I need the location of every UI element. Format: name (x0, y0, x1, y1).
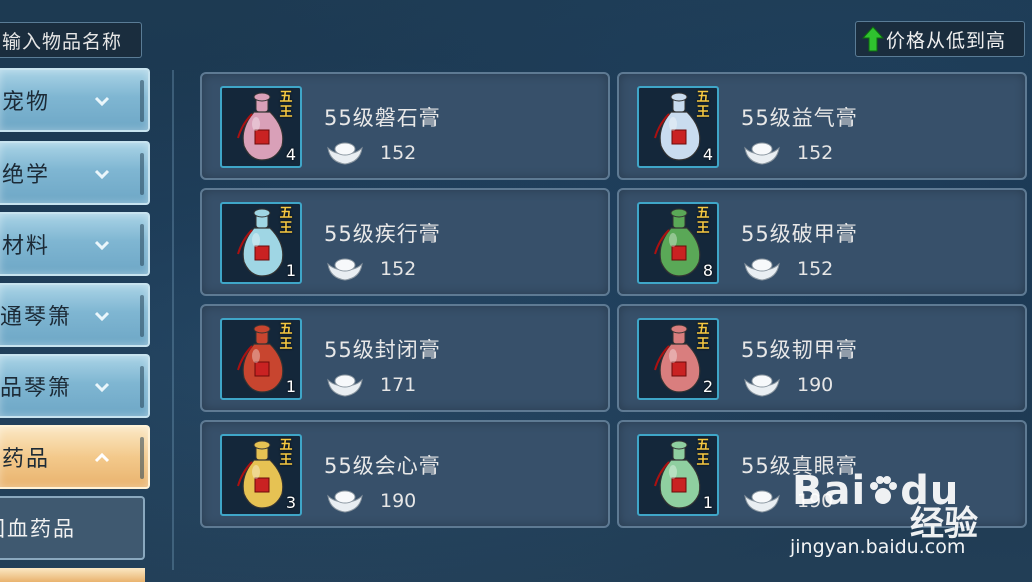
item-price: 152 (380, 258, 417, 280)
item-icon-slot: 五王 1 (637, 434, 719, 516)
item-icon-slot: 五王 3 (220, 434, 302, 516)
chevron-down-icon (94, 382, 110, 392)
item-name: 55级益气膏 (741, 106, 858, 130)
item-quantity: 1 (285, 377, 296, 396)
item-price-row: 152 (326, 138, 416, 168)
sidebar-item-skill[interactable]: 绝学 (0, 141, 150, 205)
silver-ingot-icon (744, 374, 780, 397)
green-up-arrow-icon (862, 26, 884, 52)
item-grade-badge: 五王 (696, 438, 710, 468)
item-price-row: 152 (326, 254, 416, 284)
sidebar-item-label: 药品 (2, 447, 51, 472)
sidebar-item-medicine[interactable]: 药品 (0, 425, 150, 489)
item-card[interactable]: 五王 4 55级磐石膏 152 (200, 72, 610, 180)
item-icon-slot: 五王 8 (637, 202, 719, 284)
item-icon-slot: 五王 1 (220, 318, 302, 400)
item-grade-badge: 五王 (279, 322, 293, 352)
watermark: Bai du 经验 jingyan.baidu.com (790, 468, 1030, 578)
chevron-up-icon (94, 453, 110, 463)
item-price-row: 152 (743, 254, 833, 284)
sidebar-item-label: 极品琴箫 (0, 376, 73, 401)
item-name: 55级疾行膏 (324, 222, 441, 246)
item-name: 55级封闭膏 (324, 338, 441, 362)
item-card[interactable]: 五王 3 55级会心膏 190 (200, 420, 610, 528)
item-icon-slot: 五王 4 (220, 86, 302, 168)
sidebar-subitem-label: 回血药品 (0, 517, 76, 541)
item-price-row: 171 (326, 370, 416, 400)
sidebar-subitem-hp-medicine[interactable]: 回血药品 (0, 496, 145, 560)
divider (140, 366, 144, 408)
item-price: 190 (380, 490, 417, 512)
sidebar-item-peek[interactable] (0, 568, 145, 582)
item-grade-badge: 五王 (279, 90, 293, 120)
item-card[interactable]: 五王 2 55级韧甲膏 190 (617, 304, 1027, 412)
divider (140, 80, 144, 122)
divider (140, 153, 144, 195)
item-price: 171 (380, 374, 417, 396)
item-quantity: 4 (702, 145, 713, 164)
item-grade-badge: 五王 (279, 206, 293, 236)
item-card[interactable]: 五王 4 55级益气膏 152 (617, 72, 1027, 180)
silver-ingot-icon (327, 490, 363, 513)
chevron-down-icon (94, 169, 110, 179)
sidebar-item-material[interactable]: 材料 (0, 212, 150, 276)
item-card[interactable]: 五王 1 55级封闭膏 171 (200, 304, 610, 412)
item-price: 190 (797, 374, 834, 396)
chevron-down-icon (94, 240, 110, 250)
sidebar-item-label: 材料 (2, 234, 51, 259)
silver-ingot-icon (327, 374, 363, 397)
chevron-down-icon (94, 96, 110, 106)
sidebar-item-premium-instrument[interactable]: 极品琴箫 (0, 354, 150, 418)
item-price-row: 152 (743, 138, 833, 168)
item-quantity: 8 (702, 261, 713, 280)
search-placeholder: 输入物品名称 (2, 30, 123, 53)
item-price-row: 190 (743, 370, 833, 400)
item-grade-badge: 五王 (279, 438, 293, 468)
item-name: 55级磐石膏 (324, 106, 441, 130)
item-name: 55级破甲膏 (741, 222, 858, 246)
sort-label: 价格从低到高 (886, 29, 1007, 52)
silver-ingot-icon (744, 142, 780, 165)
sidebar-item-label: 普通琴箫 (0, 305, 73, 330)
item-icon-slot: 五王 4 (637, 86, 719, 168)
item-quantity: 1 (285, 261, 296, 280)
item-name: 55级韧甲膏 (741, 338, 858, 362)
chevron-down-icon (94, 311, 110, 321)
item-price: 152 (797, 258, 834, 280)
item-grade-badge: 五王 (696, 322, 710, 352)
sidebar-item-normal-instrument[interactable]: 普通琴箫 (0, 283, 150, 347)
divider (140, 295, 144, 337)
paw-icon (870, 476, 898, 504)
item-card[interactable]: 五王 1 55级疾行膏 152 (200, 188, 610, 296)
item-quantity: 4 (285, 145, 296, 164)
item-price-row: 190 (326, 486, 416, 516)
item-quantity: 2 (702, 377, 713, 396)
divider (140, 437, 144, 479)
panel-divider (172, 70, 174, 570)
search-input[interactable]: 输入物品名称 (0, 22, 142, 58)
item-name: 55级会心膏 (324, 454, 441, 478)
item-quantity: 1 (702, 493, 713, 512)
sidebar-item-label: 绝学 (2, 163, 51, 188)
sidebar-item-label: 宠物 (2, 90, 51, 115)
item-price: 152 (797, 142, 834, 164)
item-grade-badge: 五王 (696, 90, 710, 120)
item-icon-slot: 五王 2 (637, 318, 719, 400)
watermark-url: jingyan.baidu.com (790, 536, 966, 558)
item-quantity: 3 (285, 493, 296, 512)
silver-ingot-icon (327, 142, 363, 165)
item-card[interactable]: 五王 8 55级破甲膏 152 (617, 188, 1027, 296)
silver-ingot-icon (744, 258, 780, 281)
item-grade-badge: 五王 (696, 206, 710, 236)
silver-ingot-icon (327, 258, 363, 281)
item-icon-slot: 五王 1 (220, 202, 302, 284)
divider (140, 224, 144, 266)
item-price: 152 (380, 142, 417, 164)
sidebar-item-pet[interactable]: 宠物 (0, 68, 150, 132)
sort-price-button[interactable]: 价格从低到高 (855, 21, 1025, 57)
silver-ingot-icon (744, 490, 780, 513)
